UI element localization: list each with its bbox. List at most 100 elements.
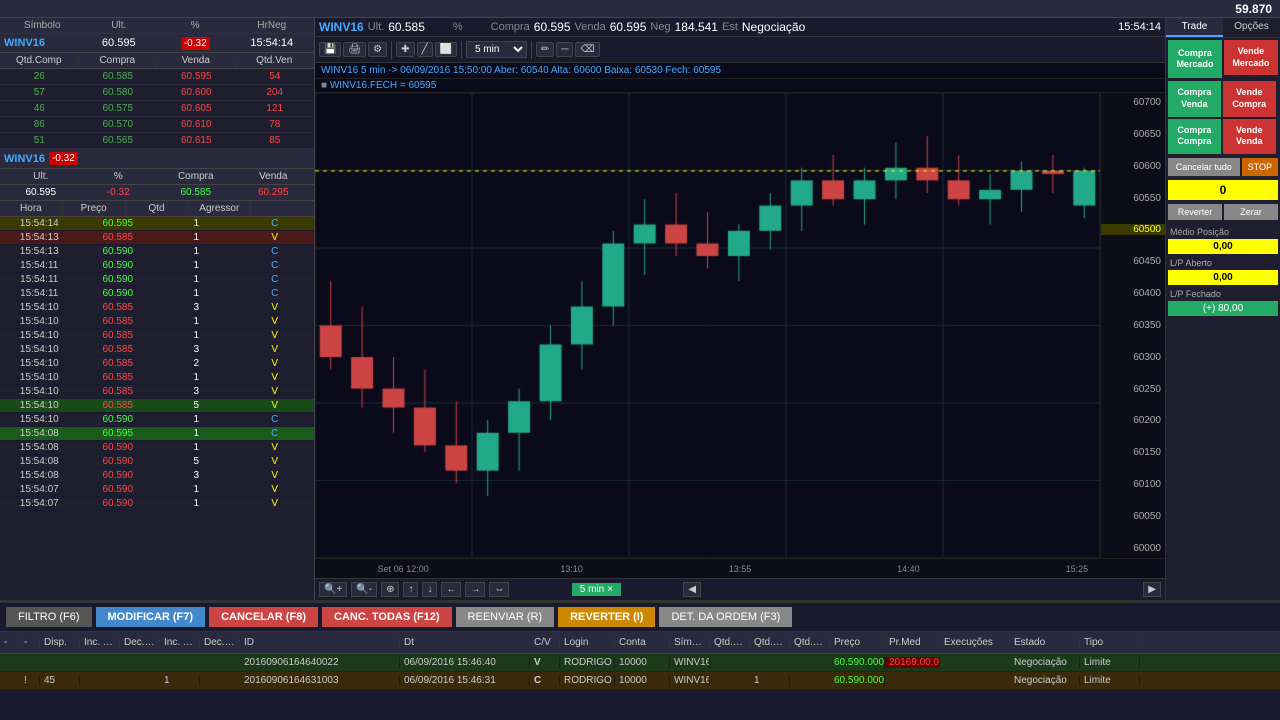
time-label-3: 14:40 — [824, 564, 992, 574]
left-panel: Símbolo Ult. % HrNeg WINV16 60.595 -0.32… — [0, 18, 315, 600]
chart-area: 6070060650606006055060500604506040060350… — [315, 93, 1165, 558]
or-simbolo: WINV16 — [670, 657, 710, 668]
price-label: 60150 — [1101, 447, 1165, 458]
left-symbol-row: WINV16 60.595 -0.32 15:54:14 — [0, 34, 314, 53]
price-label: 60050 — [1101, 511, 1165, 522]
price-label: 60450 — [1101, 256, 1165, 267]
ob-qtd-vend: 204 — [236, 85, 315, 100]
btn-reenviar[interactable]: REENVIAR (R) — [456, 607, 555, 627]
chart-scroll-right[interactable]: ▶ — [1143, 582, 1161, 597]
trade-qty: 1 — [157, 315, 236, 328]
trade-time: 15:54:13 — [0, 245, 79, 258]
toolbar-line-btn[interactable]: ╱ — [417, 42, 433, 57]
trade-row: 15:54:10 60.585 3 V — [0, 301, 314, 315]
trade-aggr: C — [236, 217, 315, 230]
trade-aggr: C — [236, 427, 315, 440]
toolbar-eraser-btn[interactable]: ⌫ — [575, 42, 599, 57]
tab-trade[interactable]: Trade — [1166, 18, 1223, 37]
btn-canc-todas[interactable]: CANC. TODAS (F12) — [322, 607, 452, 627]
ob-qtd-comp: 46 — [0, 101, 79, 116]
btn-filtro[interactable]: FILTRO (F6) — [6, 607, 92, 627]
ob-price-vend: 60.610 — [157, 117, 236, 132]
zoom-reset-btn[interactable]: ⊕ — [381, 582, 399, 597]
toolbar-sep3 — [531, 41, 532, 59]
toolbar-print-btn[interactable]: 🖨 — [343, 42, 366, 57]
btn-zerar[interactable]: Zerar — [1224, 204, 1278, 220]
sv-ult: 60.595 — [4, 187, 78, 198]
ob-venda-header: Venda — [157, 53, 236, 68]
trade-row: 15:54:11 60.590 1 C — [0, 287, 314, 301]
btn-vende-compra[interactable]: VendeCompra — [1223, 81, 1276, 116]
trade-row: 15:54:13 60.590 1 C — [0, 245, 314, 259]
qty-input[interactable] — [1168, 180, 1278, 200]
or-estado: Negociação — [1010, 657, 1080, 668]
trade-price: 60.590 — [79, 259, 158, 272]
trade-time: 15:54:08 — [0, 469, 79, 482]
toolbar-save-btn[interactable]: 💾 — [319, 42, 341, 57]
oh-pr-med: Pr.Med — [885, 637, 940, 648]
tab-opcoes[interactable]: Opções — [1223, 18, 1280, 37]
layout-tab[interactable]: 5 min × — [572, 583, 621, 596]
zoom-in-btn[interactable]: 🔍+ — [319, 582, 347, 597]
chart-nav: 🔍+ 🔍- ⊕ ↑ ↓ ← → ⇔ 5 min × ◀ ▶ — [315, 578, 1165, 600]
trade-row: 15:54:11 60.590 1 C — [0, 273, 314, 287]
btn-cancelar-tudo[interactable]: Cancelar tudo — [1168, 158, 1240, 176]
trade-aggr: C — [236, 287, 315, 300]
trade-price: 60.585 — [79, 301, 158, 314]
left-pct-badge: -0.32 — [181, 37, 210, 50]
zoom-out-btn[interactable]: 🔍- — [351, 582, 377, 597]
nav-down-btn[interactable]: ↓ — [422, 582, 437, 597]
trade-price: 60.585 — [79, 357, 158, 370]
trade-time: 15:54:11 — [0, 287, 79, 300]
ob-price-comp: 60.565 — [79, 133, 158, 148]
trade-qty: 1 — [157, 287, 236, 300]
right-panel: Trade Opções CompraMercado VendeMercado … — [1165, 18, 1280, 600]
lp-fechado-label: L/P Fechado — [1166, 288, 1280, 300]
btn-det-ordem[interactable]: DET. DA ORDEM (F3) — [659, 607, 792, 627]
price-label: 60700 — [1101, 97, 1165, 108]
layout-tab-label: 5 min — [580, 584, 604, 595]
btn-vende-venda[interactable]: VendeVenda — [1223, 119, 1276, 154]
trade-row: 15:54:08 60.590 3 V — [0, 469, 314, 483]
toolbar-rect-btn[interactable]: ⬜ — [435, 42, 457, 57]
trade-qty: 1 — [157, 371, 236, 384]
toolbar-cross-btn[interactable]: ✚ — [396, 42, 414, 57]
btn-compra-compra[interactable]: CompraCompra — [1168, 119, 1221, 154]
nav-right-btn[interactable]: → — [465, 582, 485, 597]
or-cv: C — [530, 675, 560, 686]
trade-price: 60.585 — [79, 329, 158, 342]
bottom-toolbar: FILTRO (F6) MODIFICAR (F7) CANCELAR (F8)… — [0, 602, 1280, 632]
chart-scroll-left[interactable]: ◀ — [683, 582, 701, 597]
nav-left-btn[interactable]: ← — [441, 582, 461, 597]
ob-row: 26 60.585 60.595 54 — [0, 69, 314, 85]
toolbar-config-btn[interactable]: ⚙ — [368, 42, 387, 57]
timeframe-select[interactable]: 5 min 1 min 15 min 30 min 1h 1d — [466, 41, 527, 58]
btn-compra-venda[interactable]: CompraVenda — [1168, 81, 1221, 116]
nav-scroll-btn[interactable]: ⇔ — [489, 582, 509, 597]
oh-cv: C/V — [530, 637, 560, 648]
or-login: RODRIGO — [560, 675, 615, 686]
btn-stop[interactable]: STOP — [1242, 158, 1278, 176]
trade-row: 15:54:08 60.590 1 V — [0, 441, 314, 455]
btn-compra-mercado[interactable]: CompraMercado — [1168, 40, 1222, 78]
trade-price: 60.590 — [79, 273, 158, 286]
btn-reverter[interactable]: Reverter — [1168, 204, 1222, 220]
toolbar-pencil-btn[interactable]: ✏ — [536, 42, 554, 57]
sv-venda: 60.295 — [237, 187, 311, 198]
btn-vende-mercado[interactable]: VendeMercado — [1224, 40, 1278, 75]
oh-inc-prc: Inc. Prc — [80, 637, 120, 648]
trade-price: 60.590 — [79, 455, 158, 468]
action-row: Reverter Zerar — [1166, 204, 1280, 220]
trade-aggr: V — [236, 371, 315, 384]
btn-reverter2[interactable]: REVERTER (I) — [558, 607, 655, 627]
btn-cancelar2[interactable]: CANCELAR (F8) — [209, 607, 318, 627]
trade-time: 15:54:11 — [0, 259, 79, 272]
nav-up-btn[interactable]: ↑ — [403, 582, 418, 597]
toolbar-dash-btn[interactable]: ─ — [556, 42, 573, 57]
or-tipo: Limite — [1080, 657, 1140, 668]
time-label-2: 13:55 — [656, 564, 824, 574]
btn-modificar[interactable]: MODIFICAR (F7) — [96, 607, 206, 627]
or-tipo: Limite — [1080, 675, 1140, 686]
trade-qty: 1 — [157, 273, 236, 286]
layout-tab-close[interactable]: × — [607, 584, 613, 595]
